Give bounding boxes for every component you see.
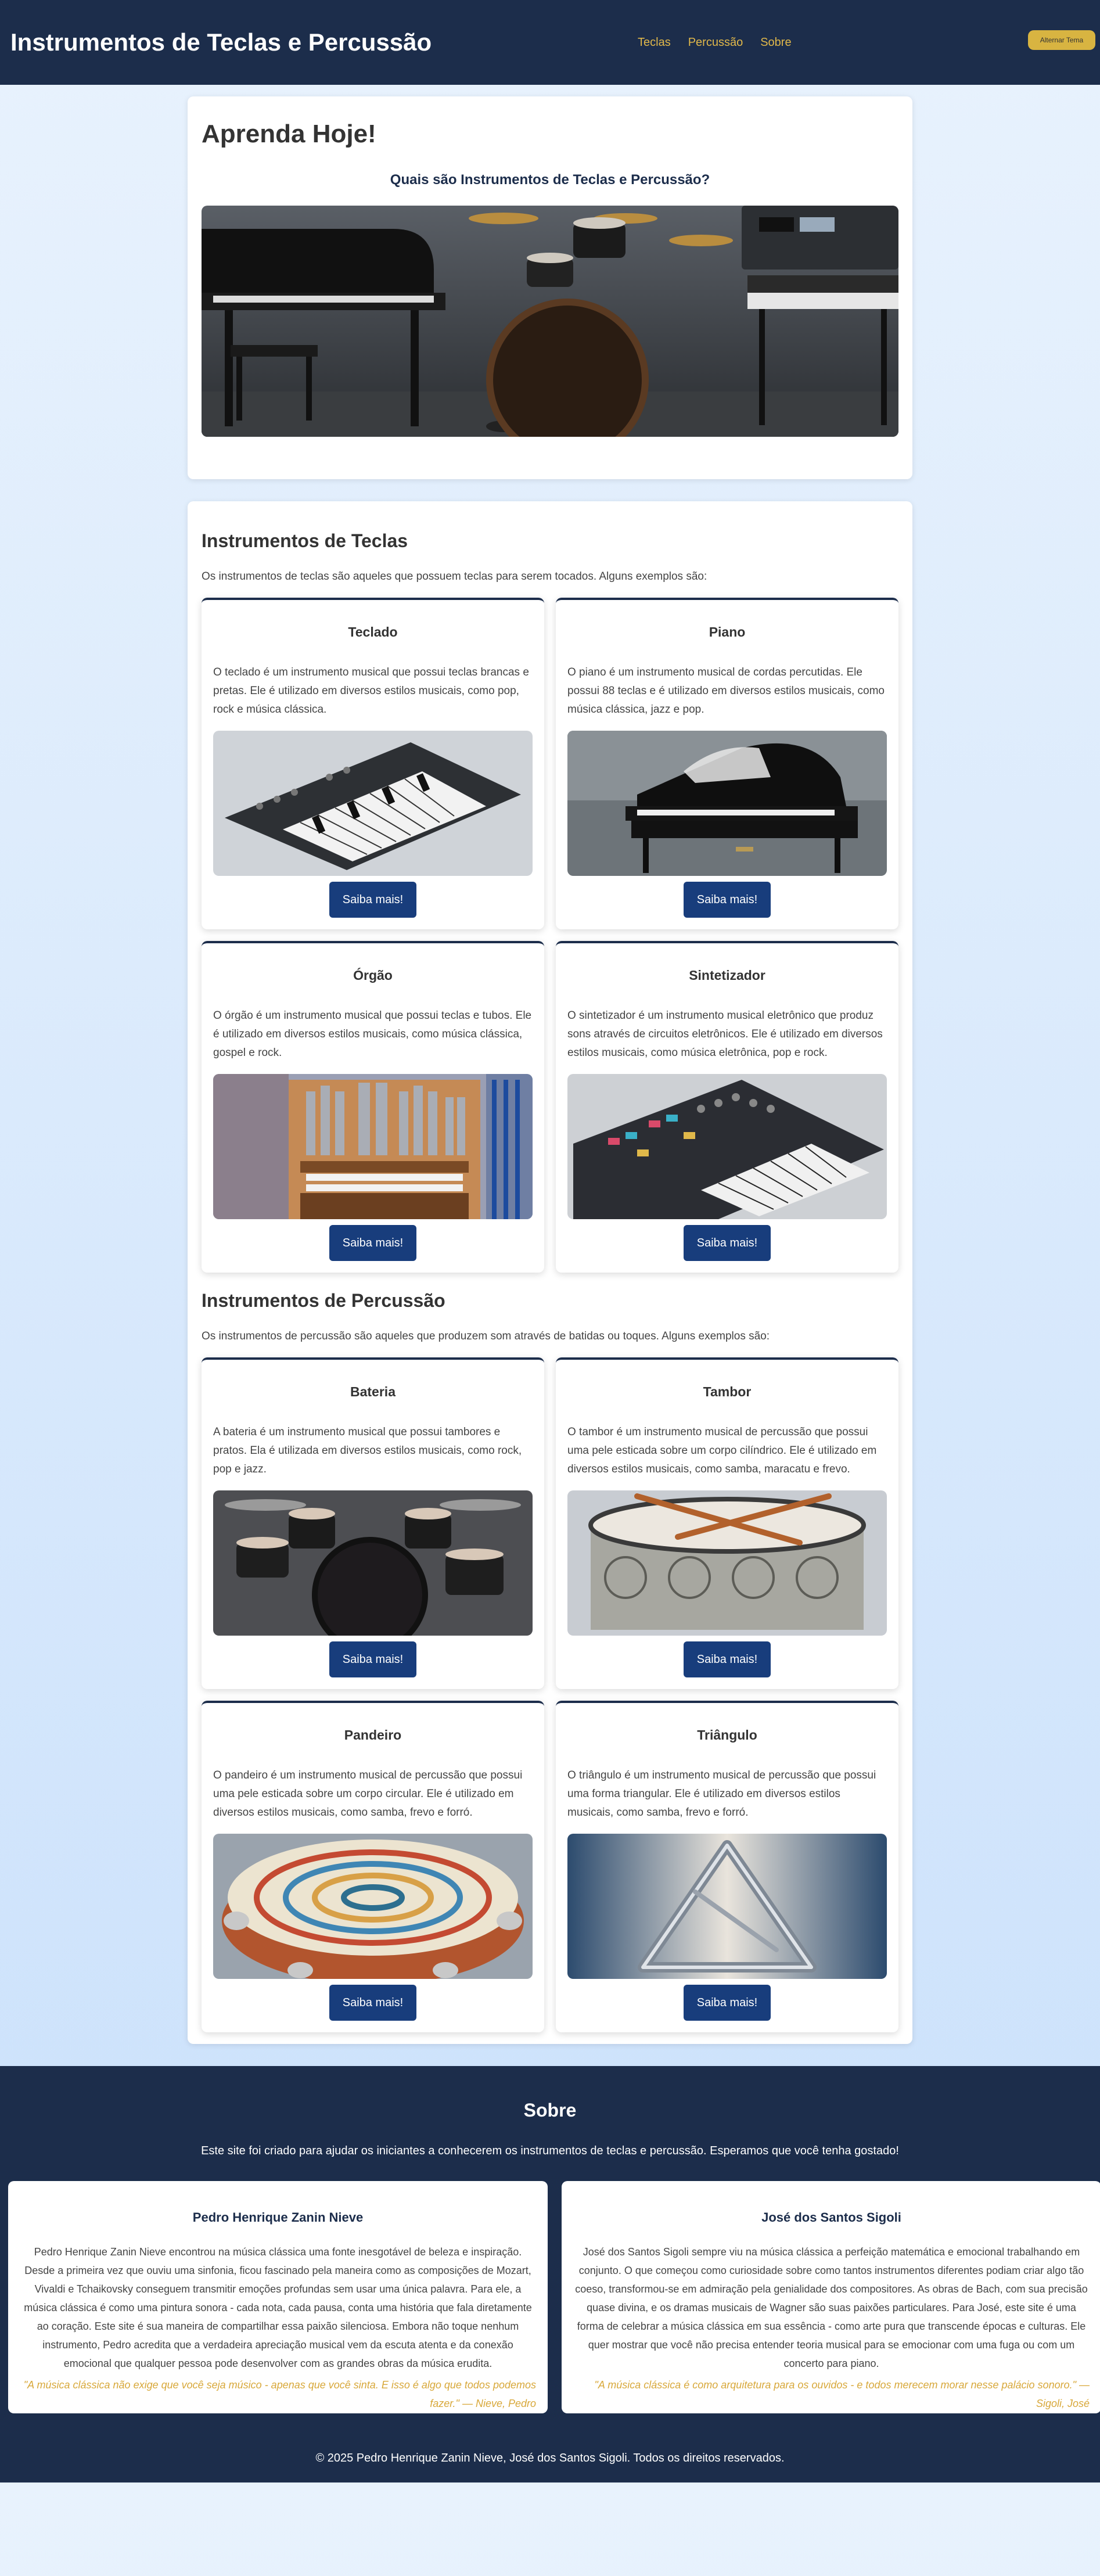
card-description: A bateria é um instrumento musical que p…	[213, 1426, 522, 1475]
keyboard-image	[213, 731, 533, 876]
keys-section-intro: Os instrumentos de teclas são aqueles qu…	[202, 570, 707, 583]
card-description: O órgão é um instrumento musical que pos…	[213, 1009, 532, 1059]
author-bios: Pedro Henrique Zanin Nieve Pedro Henriqu…	[0, 2181, 1100, 2413]
bio-name: José dos Santos Sigoli	[761, 2210, 901, 2225]
card-title: Sintetizador	[689, 968, 765, 983]
about-intro: Este site foi criado para ajudar os inic…	[201, 2144, 899, 2157]
card-description: O tambor é um instrumento musical de per…	[567, 1426, 877, 1475]
about-section: Sobre Este site foi criado para ajudar o…	[0, 2066, 1100, 2482]
instruments-hero-image	[202, 206, 898, 437]
about-title: Sobre	[523, 2100, 577, 2121]
bio-text: Pedro Henrique Zanin Nieve encontrou na …	[24, 2246, 532, 2369]
card-description: O piano é um instrumento musical de cord…	[567, 666, 885, 716]
card-orgao: Órgão O órgão é um instrumento musical q…	[202, 941, 544, 1273]
bio-text: José dos Santos Sigoli sempre viu na mús…	[575, 2246, 1088, 2369]
card-title: Órgão	[353, 968, 393, 983]
card-bateria: Bateria A bateria é um instrumento music…	[202, 1357, 544, 1689]
site-title: Instrumentos de Teclas e Percussão	[10, 28, 432, 56]
copyright-text: © 2025 Pedro Henrique Zanin Nieve, José …	[315, 2452, 785, 2464]
bio-card-pedro: Pedro Henrique Zanin Nieve Pedro Henriqu…	[8, 2181, 548, 2413]
piano-image	[567, 731, 887, 876]
keys-grid: Teclado O teclado é um instrumento music…	[202, 598, 898, 1273]
instruments-section: Instrumentos de Teclas Os instrumentos d…	[188, 501, 912, 2044]
saiba-mais-button[interactable]: Saiba mais!	[329, 1985, 416, 2021]
card-teclado: Teclado O teclado é um instrumento music…	[202, 598, 544, 929]
bio-quote: "A música clássica não exige que você se…	[23, 2379, 536, 2409]
main-nav: Teclas Percussão Sobre	[638, 36, 792, 49]
bio-card-jose: José dos Santos Sigoli José dos Santos S…	[562, 2181, 1100, 2413]
saiba-mais-button[interactable]: Saiba mais!	[684, 882, 771, 918]
bio-quote: "A música clássica é como arquitetura pa…	[594, 2379, 1090, 2409]
card-title: Piano	[709, 624, 746, 639]
card-title: Bateria	[350, 1384, 396, 1399]
card-title: Triângulo	[697, 1727, 757, 1743]
card-description: O teclado é um instrumento musical que p…	[213, 666, 529, 716]
main-content: Aprenda Hoje! Quais são Instrumentos de …	[188, 85, 912, 2044]
hero-section: Aprenda Hoje! Quais são Instrumentos de …	[188, 96, 912, 479]
site-header: Instrumentos de Teclas e Percussão Tecla…	[0, 0, 1100, 85]
card-title: Pandeiro	[344, 1727, 402, 1743]
card-piano: Piano O piano é um instrumento musical d…	[556, 598, 898, 929]
card-title: Tambor	[703, 1384, 752, 1399]
card-description: O pandeiro é um instrumento musical de p…	[213, 1769, 523, 1819]
card-description: O sintetizador é um instrumento musical …	[567, 1009, 883, 1059]
card-pandeiro: Pandeiro O pandeiro é um instrumento mus…	[202, 1701, 544, 2032]
percussion-grid: Bateria A bateria é um instrumento music…	[202, 1357, 898, 2032]
nav-link-teclas[interactable]: Teclas	[638, 36, 671, 49]
drum-image	[567, 1490, 887, 1636]
percussion-section-intro: Os instrumentos de percussão são aqueles…	[202, 1330, 770, 1342]
toggle-theme-button[interactable]: Alternar Tema	[1028, 30, 1095, 50]
triangle-image	[567, 1834, 887, 1979]
card-tambor: Tambor O tambor é um instrumento musical…	[556, 1357, 898, 1689]
percussion-section-title: Instrumentos de Percussão	[202, 1290, 445, 1311]
keys-section-title: Instrumentos de Teclas	[202, 530, 408, 551]
card-sintetizador: Sintetizador O sintetizador é um instrum…	[556, 941, 898, 1273]
tambourine-image	[213, 1834, 533, 1979]
synthesizer-image	[567, 1074, 887, 1219]
saiba-mais-button[interactable]: Saiba mais!	[684, 1641, 771, 1677]
bio-name: Pedro Henrique Zanin Nieve	[192, 2210, 364, 2225]
nav-link-sobre[interactable]: Sobre	[760, 36, 791, 49]
card-description: O triângulo é um instrumento musical de …	[567, 1769, 876, 1819]
saiba-mais-button[interactable]: Saiba mais!	[329, 1641, 416, 1677]
card-title: Teclado	[348, 624, 398, 639]
saiba-mais-button[interactable]: Saiba mais!	[684, 1225, 771, 1261]
saiba-mais-button[interactable]: Saiba mais!	[329, 1225, 416, 1261]
organ-image	[213, 1074, 533, 1219]
card-triangulo: Triângulo O triângulo é um instrumento m…	[556, 1701, 898, 2032]
saiba-mais-button[interactable]: Saiba mais!	[329, 882, 416, 918]
saiba-mais-button[interactable]: Saiba mais!	[684, 1985, 771, 2021]
nav-link-percussao[interactable]: Percussão	[688, 36, 743, 49]
hero-subheading: Quais são Instrumentos de Teclas e Percu…	[390, 172, 710, 188]
hero-heading: Aprenda Hoje!	[202, 120, 376, 148]
drumkit-image	[213, 1490, 533, 1636]
